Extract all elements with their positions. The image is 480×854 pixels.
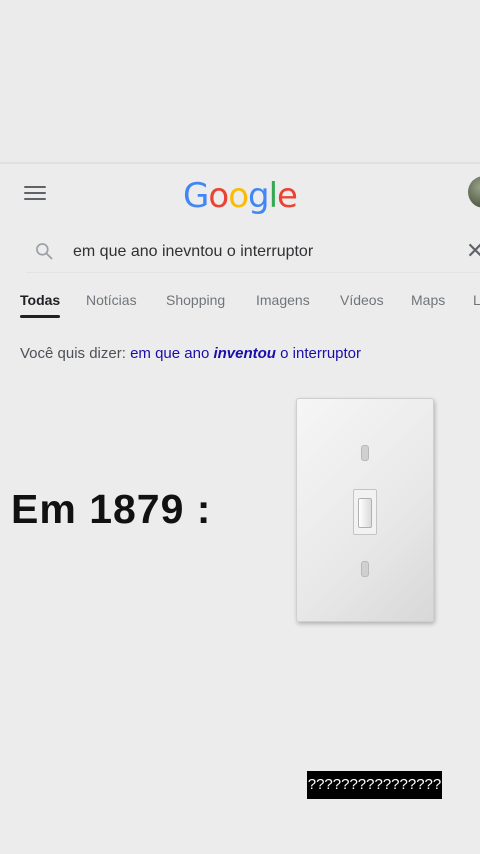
suggestion-part2[interactable]: o interruptor: [276, 345, 361, 362]
did-you-mean-prefix: Você quis dizer:: [20, 345, 131, 362]
suggestion-emphasis[interactable]: inventou: [213, 345, 276, 362]
screw-top: [361, 445, 369, 461]
active-tab-indicator: [20, 315, 60, 318]
light-switch-image: [296, 398, 434, 622]
search-bar[interactable]: em que ano inevntou o interruptor ✕: [26, 232, 480, 273]
meme-headline: Em 1879 :: [11, 486, 212, 532]
tab-maps[interactable]: Maps: [411, 292, 445, 308]
logo-letter: o: [208, 176, 229, 216]
meme-caption: ????????????????: [307, 771, 442, 799]
logo-letter: g: [248, 176, 270, 216]
tab-imagens[interactable]: Imagens: [256, 292, 310, 308]
toggle-frame: [353, 489, 377, 535]
tab-more[interactable]: L: [473, 292, 480, 308]
search-tabs: Todas Notícias Shopping Imagens Vídeos M…: [0, 292, 480, 322]
logo-letter: l: [268, 176, 279, 216]
tab-videos[interactable]: Vídeos: [340, 292, 384, 308]
google-header: Google: [0, 164, 480, 226]
search-icon[interactable]: [34, 241, 54, 261]
blank-area: [0, 0, 480, 162]
search-input[interactable]: em que ano inevntou o interruptor: [73, 243, 313, 261]
logo-letter: e: [277, 176, 298, 216]
logo-letter: G: [183, 176, 209, 216]
google-logo[interactable]: Google: [0, 176, 480, 216]
did-you-mean: Você quis dizer: em que ano inventou o i…: [20, 345, 361, 362]
logo-letter: o: [228, 176, 249, 216]
suggestion-link[interactable]: em que ano inventou o interruptor: [130, 345, 361, 362]
tab-noticias[interactable]: Notícias: [86, 292, 137, 308]
tab-shopping[interactable]: Shopping: [166, 292, 225, 308]
suggestion-part1[interactable]: em que ano: [130, 345, 213, 362]
close-icon[interactable]: ✕: [466, 240, 480, 262]
screw-bottom: [361, 561, 369, 577]
tab-todas[interactable]: Todas: [20, 292, 60, 308]
toggle-lever: [358, 498, 372, 528]
